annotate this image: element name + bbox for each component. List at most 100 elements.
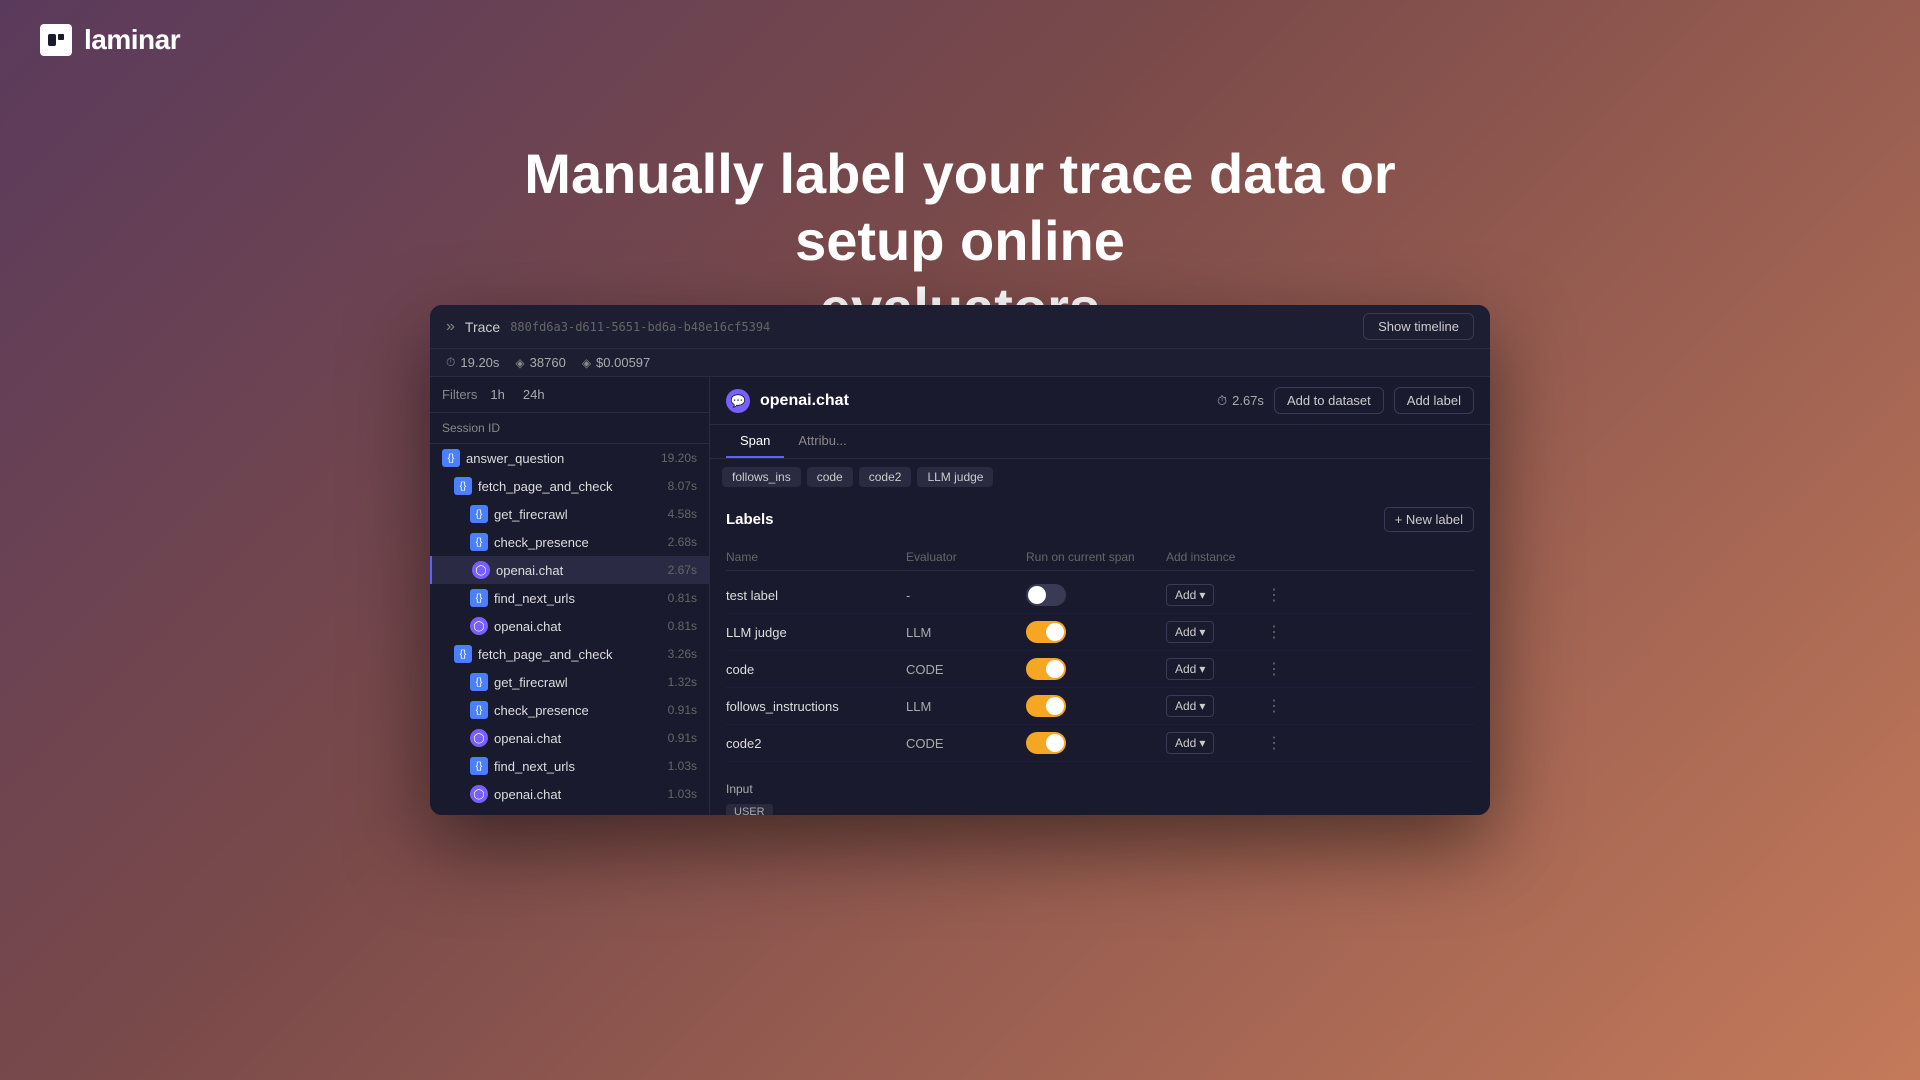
input-section: Input USER TEXT ▾ ⤢ [710,774,1490,815]
label-add-button[interactable]: Add ▾ [1166,658,1214,680]
label-row-toggle-container [1026,621,1166,643]
label-chip[interactable]: LLM judge [917,467,993,487]
trace-item[interactable]: {}find_next_urls0.81s [430,584,709,612]
tab-span[interactable]: Span [726,425,784,458]
label-row-name: LLM judge [726,625,906,640]
bracket-icon: {} [470,589,488,607]
trace-item-name: answer_question [466,451,655,466]
session-header: Session ID [430,413,709,444]
label-chip[interactable]: code [807,467,853,487]
labels-panel: follows_ins code code2LLM judge [710,459,1490,495]
label-more-button[interactable]: ⋮ [1266,622,1282,642]
logo-icon [40,24,72,56]
label-toggle[interactable] [1026,658,1066,680]
label-more-button[interactable]: ⋮ [1266,659,1282,679]
span-duration: 2.67s [1232,393,1264,408]
circle-icon: ◯ [472,561,490,579]
label-toggle[interactable] [1026,732,1066,754]
label-row-evaluator: - [906,588,1026,603]
span-detail: 💬 openai.chat ⏱ 2.67s Add to dataset Add… [710,377,1490,815]
labels-chips: follows_ins code code2LLM judge [722,467,1478,487]
label-add-button[interactable]: Add ▾ [1166,695,1214,717]
trace-item-name: check_presence [494,703,662,718]
label-more-button[interactable]: ⋮ [1266,585,1282,605]
time-1h-button[interactable]: 1h [485,385,509,404]
trace-item-name: find_next_urls [494,759,662,774]
trace-item[interactable]: ◯openai.chat0.91s [430,724,709,752]
clock-icon: ⏱ [446,355,455,370]
trace-item[interactable]: {}fetch_page_and_check3.26s [430,640,709,668]
trace-item[interactable]: {}get_firecrawl4.58s [430,500,709,528]
trace-item-name: fetch_page_and_check [478,647,662,662]
trace-item[interactable]: {} check_presence 2.68s [430,528,709,556]
trace-item-name: check_presence [494,535,662,550]
trace-item[interactable]: {}find_next_urls1.03s [430,752,709,780]
trace-item[interactable]: {} check_presence 0.91s [430,696,709,724]
label-more-button[interactable]: ⋮ [1266,696,1282,716]
trace-item[interactable]: ◯openai.chat1.03s [430,780,709,808]
stat-time-value: 19.20s [460,355,499,370]
trace-item[interactable]: {}get_firecrawl1.32s [430,668,709,696]
bracket-icon: {} [470,505,488,523]
label-row-evaluator: CODE [906,736,1026,751]
input-title: Input [726,782,1474,796]
label-row-toggle-container [1026,732,1166,754]
bracket-icon: {} [470,533,488,551]
trace-item[interactable]: ◯openai.chat2.67s [430,556,709,584]
label-row-name: code2 [726,736,906,751]
trace-item-duration: 0.91s [668,731,697,745]
label-more-button[interactable]: ⋮ [1266,733,1282,753]
trace-item[interactable]: {}fetch_page_and_check8.07s [430,472,709,500]
trace-item[interactable]: {}answer_question19.20s [430,444,709,472]
input-user-label: USER [726,804,773,815]
clock-icon2: ⏱ [1217,393,1227,409]
trace-item-name: openai.chat [494,619,662,634]
trace-item-duration: 0.91s [668,703,697,717]
col-name: Name [726,550,906,564]
label-chip[interactable]: follows_ins [722,467,801,487]
bracket-icon: {} [470,701,488,719]
trace-item-duration: 19.20s [661,451,697,465]
labels-table: test label-Add ▾⋮LLM judgeLLMAdd ▾⋮codeC… [726,577,1474,762]
add-to-dataset-button[interactable]: Add to dataset [1274,387,1384,414]
label-toggle[interactable] [1026,695,1066,717]
add-label-button[interactable]: Add label [1394,387,1474,414]
stats-bar: ⏱ 19.20s ◈ 38760 ◈ $0.00597 [430,349,1490,377]
trace-item-duration: 0.81s [668,619,697,633]
bracket-icon: {} [470,673,488,691]
trace-item-duration: 1.03s [668,759,697,773]
label-add-button[interactable]: Add ▾ [1166,621,1214,643]
hero-line1: Manually label your trace data or setup … [524,142,1395,272]
chevron-icon: ▾ [1199,625,1205,639]
label-toggle[interactable] [1026,584,1066,606]
tab-attribu[interactable]: Attribu... [784,425,860,458]
span-time: ⏱ 2.67s [1217,393,1264,409]
show-timeline-button[interactable]: Show timeline [1363,313,1474,340]
top-bar: » Trace 880fd6a3-d611-5651-bd6a-b48e16cf… [430,305,1490,349]
label-row-toggle-container [1026,695,1166,717]
label-row-name: test label [726,588,906,603]
filter-bar: Filters 1h 24h [430,377,709,413]
top-bar-left: » Trace 880fd6a3-d611-5651-bd6a-b48e16cf… [446,318,770,336]
label-row: codeCODEAdd ▾⋮ [726,651,1474,688]
span-header: 💬 openai.chat ⏱ 2.67s Add to dataset Add… [710,377,1490,425]
label-row-evaluator: LLM [906,625,1026,640]
trace-label: Trace [465,319,500,335]
new-label-button[interactable]: + New label [1384,507,1474,532]
labels-title: Labels [726,511,774,528]
label-add-button[interactable]: Add ▾ [1166,732,1214,754]
label-toggle[interactable] [1026,621,1066,643]
chevron-icon: ▾ [1199,699,1205,713]
col-add: Add instance [1166,550,1266,564]
time-24h-button[interactable]: 24h [518,385,550,404]
trace-item-duration: 2.68s [668,535,697,549]
trace-item[interactable]: ◯ openai.chat 0.81s [430,612,709,640]
circle-icon: ◯ [470,617,488,635]
trace-item-duration: 8.07s [668,479,697,493]
circle-icon: ◯ [470,785,488,803]
label-row: LLM judgeLLM Add ▾ ⋮ [726,614,1474,651]
label-chip[interactable]: code2 [859,467,912,487]
bracket-icon: {} [454,645,472,663]
label-row-toggle-container [1026,584,1166,606]
label-add-button[interactable]: Add ▾ [1166,584,1214,606]
